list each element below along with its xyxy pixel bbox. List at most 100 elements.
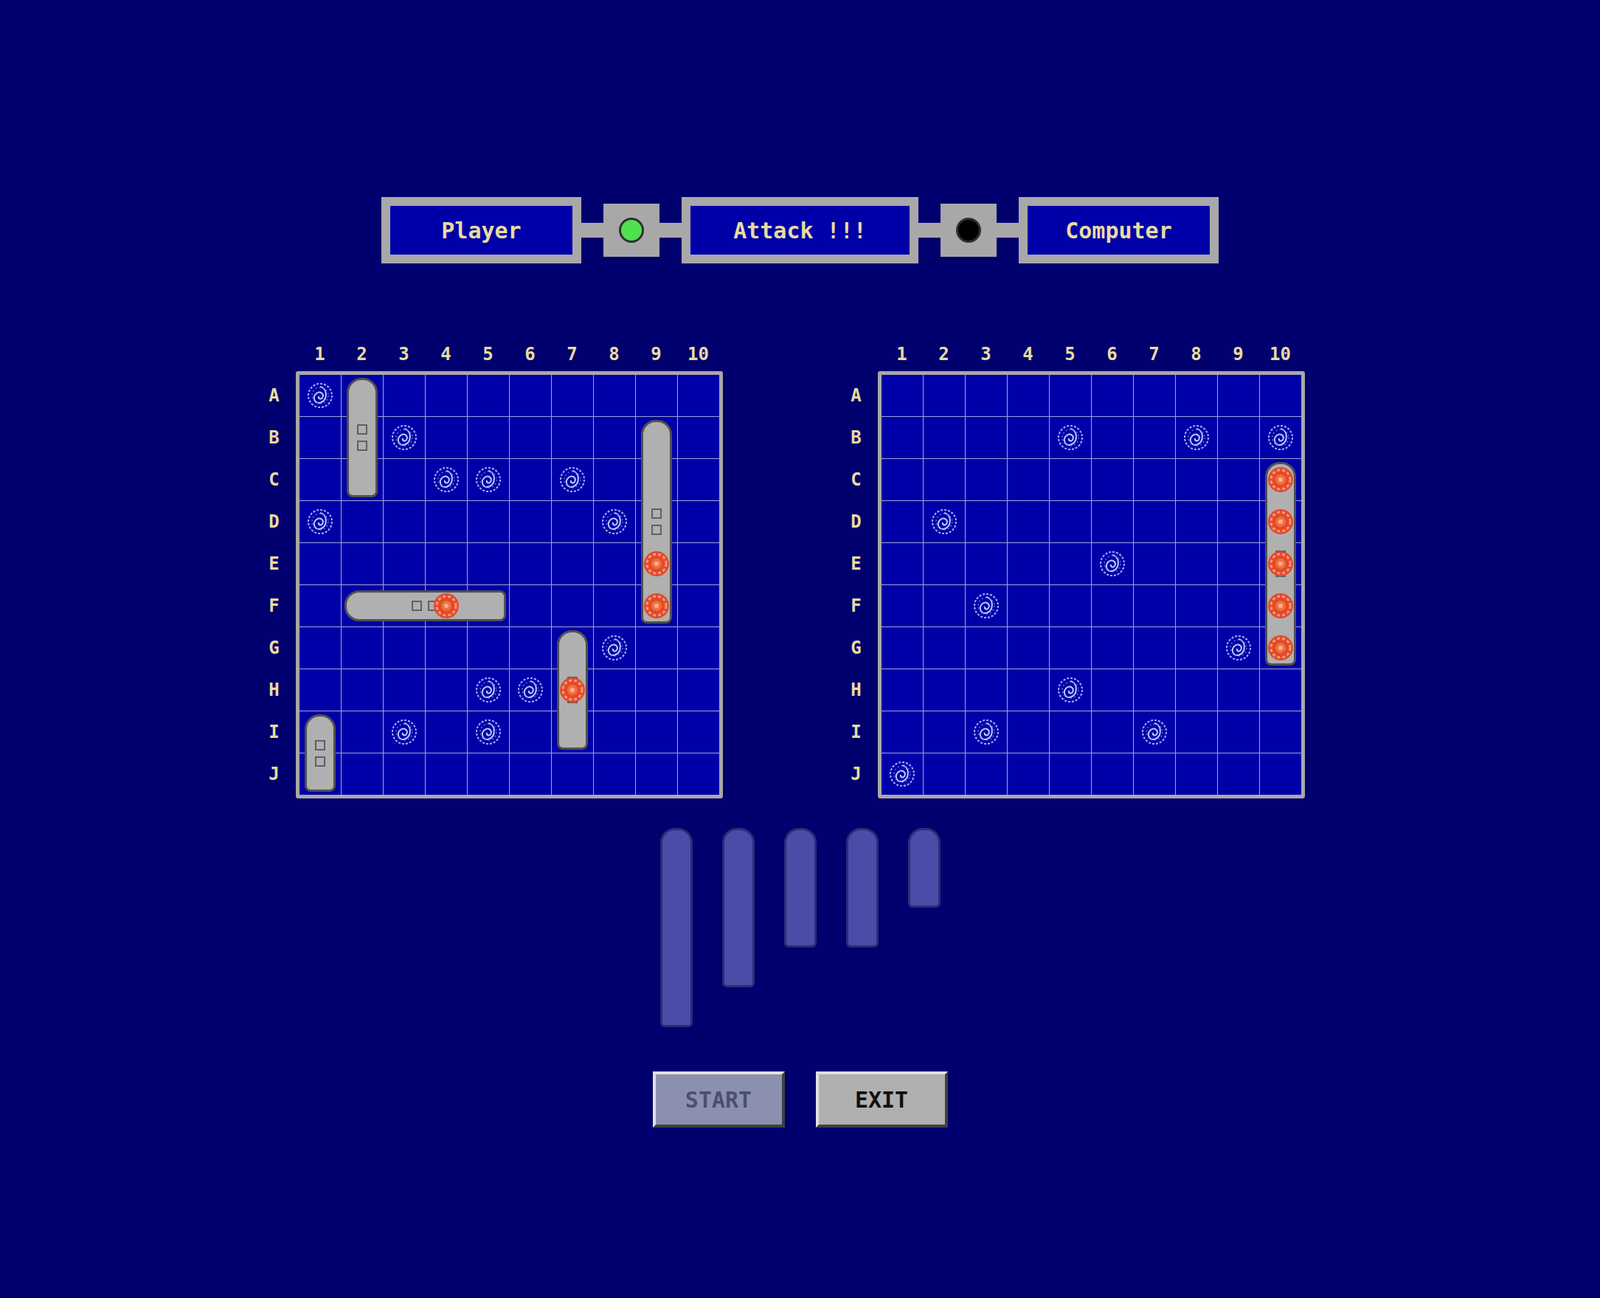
grid-cell[interactable] bbox=[677, 416, 720, 459]
grid-cell[interactable] bbox=[383, 627, 425, 669]
grid-cell[interactable] bbox=[1049, 711, 1092, 753]
grid-cell[interactable] bbox=[1091, 711, 1134, 753]
grid-cell[interactable] bbox=[965, 542, 1007, 585]
grid-cell[interactable] bbox=[881, 627, 923, 669]
grid-cell[interactable] bbox=[551, 542, 594, 585]
grid-cell[interactable] bbox=[509, 753, 552, 795]
grid-cell[interactable] bbox=[341, 711, 383, 753]
grid-cell[interactable] bbox=[1217, 584, 1260, 627]
grid-cell[interactable] bbox=[341, 669, 383, 711]
grid-cell[interactable] bbox=[677, 458, 720, 501]
grid-cell[interactable] bbox=[1049, 584, 1092, 627]
grid-cell[interactable] bbox=[509, 500, 552, 543]
grid-cell[interactable] bbox=[509, 458, 552, 501]
grid-cell[interactable] bbox=[1175, 500, 1218, 543]
grid-cell[interactable] bbox=[1259, 416, 1302, 459]
grid-cell[interactable] bbox=[593, 584, 636, 627]
grid-cell[interactable] bbox=[1133, 753, 1176, 795]
grid-cell[interactable] bbox=[425, 542, 467, 585]
grid-cell[interactable] bbox=[1007, 500, 1049, 543]
grid-cell[interactable] bbox=[881, 753, 923, 795]
grid-cell[interactable] bbox=[551, 584, 594, 627]
grid-cell[interactable] bbox=[1133, 374, 1176, 417]
grid-cell[interactable] bbox=[1049, 669, 1092, 711]
grid-cell[interactable] bbox=[1217, 627, 1260, 669]
exit-button[interactable]: EXIT bbox=[815, 1071, 948, 1128]
grid-cell[interactable] bbox=[1007, 753, 1049, 795]
grid-cell[interactable] bbox=[509, 416, 552, 459]
grid-cell[interactable] bbox=[593, 374, 636, 417]
grid-cell[interactable] bbox=[299, 669, 341, 711]
grid-cell[interactable] bbox=[341, 627, 383, 669]
grid-cell[interactable] bbox=[341, 542, 383, 585]
grid-cell[interactable] bbox=[1133, 500, 1176, 543]
grid-cell[interactable] bbox=[881, 584, 923, 627]
start-button[interactable]: START bbox=[652, 1071, 785, 1128]
grid-cell[interactable] bbox=[1049, 753, 1092, 795]
grid-cell[interactable] bbox=[1007, 374, 1049, 417]
grid-cell[interactable] bbox=[923, 416, 965, 459]
grid-cell[interactable] bbox=[635, 374, 678, 417]
grid-cell[interactable] bbox=[677, 753, 720, 795]
grid-cell[interactable] bbox=[383, 669, 425, 711]
grid-cell[interactable] bbox=[509, 627, 552, 669]
grid-cell[interactable] bbox=[551, 374, 594, 417]
grid-cell[interactable] bbox=[551, 458, 594, 501]
grid-cell[interactable] bbox=[923, 542, 965, 585]
grid-cell[interactable] bbox=[593, 627, 636, 669]
grid-cell[interactable] bbox=[1217, 374, 1260, 417]
grid-cell[interactable] bbox=[965, 711, 1007, 753]
grid-cell[interactable] bbox=[1133, 711, 1176, 753]
grid-cell[interactable] bbox=[1049, 458, 1092, 501]
grid-cell[interactable] bbox=[1133, 669, 1176, 711]
grid-cell[interactable] bbox=[1175, 627, 1218, 669]
grid-cell[interactable] bbox=[1217, 500, 1260, 543]
grid-cell[interactable] bbox=[1049, 542, 1092, 585]
grid-cell[interactable] bbox=[965, 500, 1007, 543]
grid-cell[interactable] bbox=[1175, 374, 1218, 417]
grid-cell[interactable] bbox=[923, 627, 965, 669]
grid-cell[interactable] bbox=[383, 711, 425, 753]
grid-cell[interactable] bbox=[425, 374, 467, 417]
grid-cell[interactable] bbox=[1175, 416, 1218, 459]
grid-cell[interactable] bbox=[1091, 542, 1134, 585]
grid-cell[interactable] bbox=[1175, 458, 1218, 501]
grid-cell[interactable] bbox=[1007, 416, 1049, 459]
grid-cell[interactable] bbox=[923, 669, 965, 711]
grid-cell[interactable] bbox=[881, 711, 923, 753]
grid-cell[interactable] bbox=[509, 711, 552, 753]
grid-cell[interactable] bbox=[881, 374, 923, 417]
grid-cell[interactable] bbox=[677, 500, 720, 543]
grid-cell[interactable] bbox=[677, 627, 720, 669]
grid-cell[interactable] bbox=[1091, 669, 1134, 711]
grid-cell[interactable] bbox=[1175, 584, 1218, 627]
grid-cell[interactable] bbox=[467, 753, 509, 795]
grid-cell[interactable] bbox=[425, 500, 467, 543]
grid-cell[interactable] bbox=[299, 458, 341, 501]
grid-cell[interactable] bbox=[593, 500, 636, 543]
grid-cell[interactable] bbox=[383, 374, 425, 417]
grid-cell[interactable] bbox=[383, 753, 425, 795]
grid-cell[interactable] bbox=[509, 669, 552, 711]
grid-cell[interactable] bbox=[1049, 416, 1092, 459]
grid-cell[interactable] bbox=[1007, 711, 1049, 753]
grid-cell[interactable] bbox=[965, 753, 1007, 795]
grid-cell[interactable] bbox=[383, 542, 425, 585]
grid-cell[interactable] bbox=[425, 711, 467, 753]
grid-cell[interactable] bbox=[467, 458, 509, 501]
grid-cell[interactable] bbox=[1049, 374, 1092, 417]
grid-cell[interactable] bbox=[1259, 669, 1302, 711]
grid-cell[interactable] bbox=[1217, 458, 1260, 501]
grid-cell[interactable] bbox=[923, 753, 965, 795]
grid-cell[interactable] bbox=[635, 711, 678, 753]
grid-cell[interactable] bbox=[677, 669, 720, 711]
grid-cell[interactable] bbox=[467, 500, 509, 543]
grid-cell[interactable] bbox=[677, 711, 720, 753]
grid-cell[interactable] bbox=[1217, 416, 1260, 459]
grid-cell[interactable] bbox=[1133, 542, 1176, 585]
grid-cell[interactable] bbox=[425, 669, 467, 711]
grid-cell[interactable] bbox=[923, 500, 965, 543]
grid-cell[interactable] bbox=[593, 458, 636, 501]
grid-cell[interactable] bbox=[1217, 542, 1260, 585]
grid-cell[interactable] bbox=[1175, 753, 1218, 795]
